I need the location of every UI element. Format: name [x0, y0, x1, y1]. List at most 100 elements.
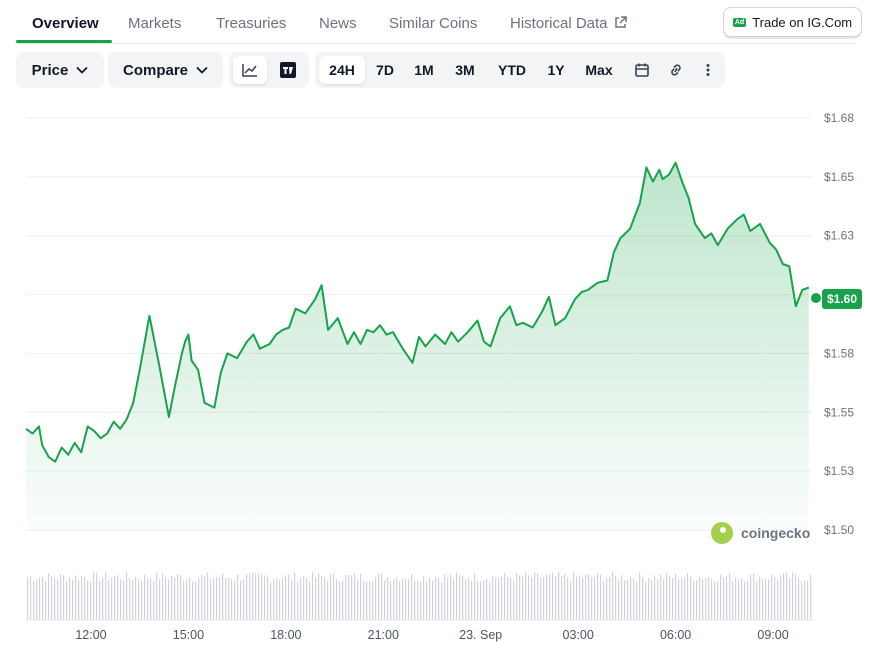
line-chart-button[interactable] — [233, 56, 267, 84]
compare-dropdown[interactable]: Compare — [112, 56, 219, 84]
volume-bar — [225, 577, 227, 620]
x-tick-label: 06:00 — [660, 628, 691, 642]
volume-bar — [657, 579, 659, 620]
volume-bar — [252, 572, 254, 620]
volume-bar — [486, 578, 488, 620]
tab-overview[interactable]: Overview — [32, 15, 99, 32]
volume-bar — [741, 578, 743, 620]
volume-bar — [168, 579, 170, 620]
volume-bar — [720, 574, 722, 620]
volume-bar — [675, 573, 677, 620]
y-tick-label: $1.65 — [824, 170, 854, 184]
calendar-icon — [635, 63, 649, 77]
volume-bar — [717, 581, 719, 620]
volume-bar — [654, 575, 656, 620]
share-link-button[interactable] — [661, 56, 691, 84]
volume-bar — [207, 572, 209, 620]
tab-historical-data[interactable]: Historical Data — [510, 15, 627, 32]
x-tick-label: 23. Sep — [459, 628, 502, 642]
volume-bar — [645, 581, 647, 620]
volume-bar — [483, 580, 485, 620]
tradingview-button[interactable] — [271, 56, 305, 84]
volume-bar — [210, 578, 212, 620]
volume-bar — [189, 577, 191, 620]
volume-bar — [54, 577, 56, 620]
volume-bar — [552, 572, 554, 620]
volume-bar — [510, 577, 512, 620]
volume-bar — [240, 580, 242, 620]
volume-bar — [786, 572, 788, 620]
volume-bar — [507, 576, 509, 620]
volume-bar — [708, 576, 710, 620]
range-1m-button[interactable]: 1M — [407, 56, 441, 84]
volume-bar — [33, 580, 35, 620]
gecko-logo-icon — [711, 522, 733, 544]
volume-bar — [636, 581, 638, 620]
volume-bar — [549, 574, 551, 620]
volume-bar — [462, 575, 464, 620]
tab-treasuries[interactable]: Treasuries — [216, 15, 286, 32]
volume-bar — [534, 572, 536, 620]
trade-on-ig-button[interactable]: Ad Trade on IG.Com — [723, 7, 862, 37]
volume-bar — [747, 580, 749, 620]
volume-bar — [783, 573, 785, 620]
tab-news[interactable]: News — [319, 15, 357, 32]
volume-bar — [759, 576, 761, 620]
range-max-button[interactable]: Max — [577, 56, 621, 84]
range-ytd-button[interactable]: YTD — [489, 56, 535, 84]
range-3m-button[interactable]: 3M — [447, 56, 483, 84]
volume-bar — [84, 577, 86, 620]
volume-bar — [630, 576, 632, 620]
volume-bar — [234, 579, 236, 620]
y-tick-label: $1.68 — [824, 111, 854, 125]
volume-bar — [495, 577, 497, 620]
volume-bar — [72, 579, 74, 620]
volume-bar — [432, 580, 434, 620]
volume-bar — [123, 580, 125, 620]
volume-bar — [414, 580, 416, 620]
range-7d-button[interactable]: 7D — [369, 56, 401, 84]
volume-bar — [348, 575, 350, 620]
volume-bar — [789, 578, 791, 620]
volume-bar — [393, 579, 395, 620]
volume-bar — [540, 577, 542, 620]
volume-bar — [372, 581, 374, 620]
volume-bar — [294, 572, 296, 620]
volume-bar — [345, 574, 347, 620]
volume-bar — [342, 580, 344, 620]
volume-bar — [339, 581, 341, 620]
volume-bar — [105, 572, 107, 620]
volume-bar — [192, 581, 194, 620]
volume-bar — [453, 578, 455, 620]
volume-bar — [471, 581, 473, 620]
volume-bar — [456, 572, 458, 620]
volume-bar — [114, 576, 116, 620]
price-chart: $1.50$1.53$1.55$1.58$1.60$1.63$1.65$1.68… — [25, 111, 854, 642]
range-1y-button[interactable]: 1Y — [541, 56, 571, 84]
volume-bar — [576, 576, 578, 620]
y-tick-label: $1.63 — [824, 229, 854, 243]
volume-bar — [615, 575, 617, 620]
volume-bar — [426, 581, 428, 620]
tab-markets[interactable]: Markets — [128, 15, 181, 32]
more-options-button[interactable] — [695, 56, 721, 84]
volume-bar — [147, 578, 149, 620]
volume-bar — [309, 581, 311, 620]
volume-bar — [333, 573, 335, 620]
volume-bar — [444, 574, 446, 620]
volume-bar — [405, 579, 407, 620]
volume-bar — [306, 577, 308, 620]
tab-similar-coins[interactable]: Similar Coins — [389, 15, 477, 32]
price-dropdown-label: Price — [31, 61, 69, 79]
volume-bar — [315, 577, 317, 620]
x-tick-label: 09:00 — [757, 628, 788, 642]
x-tick-label: 03:00 — [563, 628, 594, 642]
volume-bar — [519, 575, 521, 620]
volume-bar — [93, 572, 95, 620]
range-24h-button[interactable]: 24H — [319, 56, 365, 84]
y-tick-label: $1.53 — [824, 464, 854, 478]
calendar-button[interactable] — [627, 56, 657, 84]
volume-bar — [669, 576, 671, 620]
volume-bar — [246, 574, 248, 620]
price-dropdown[interactable]: Price — [20, 56, 100, 84]
